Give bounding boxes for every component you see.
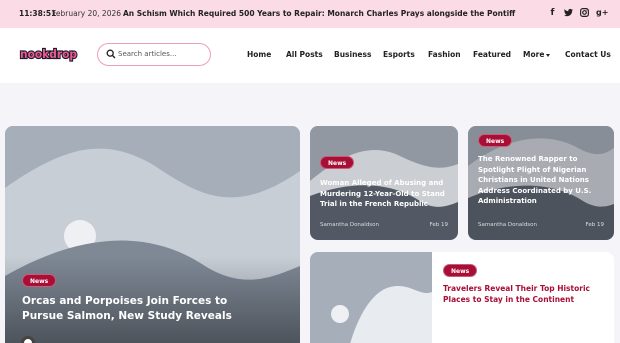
chevron-down-icon (546, 53, 551, 57)
post-title[interactable]: Woman Alleged of Abusing and Murdering 1… (320, 178, 450, 210)
featured-post-card[interactable]: News Orcas and Porpoises Join Forces to … (5, 126, 300, 343)
nav-more[interactable]: More (523, 50, 551, 59)
breaking-headline[interactable]: An Schism Which Required 500 Years to Re… (123, 9, 515, 18)
post-author[interactable]: Samantha Donaldson (320, 222, 379, 228)
nav-featured[interactable]: Featured (473, 50, 511, 59)
post-title[interactable]: Travelers Reveal Their Top Historic Plac… (443, 283, 593, 305)
post-card-horizontal[interactable]: News Travelers Reveal Their Top Historic… (310, 252, 614, 343)
category-badge[interactable]: News (478, 134, 513, 147)
author-avatar[interactable] (21, 336, 35, 343)
instagram-icon[interactable] (580, 7, 589, 19)
nav-esports[interactable]: Esports (383, 50, 415, 59)
category-badge[interactable]: News (320, 156, 355, 169)
nav-fashion[interactable]: Fashion (428, 50, 461, 59)
top-bar: 11:38:51 February 20, 2026 An Schism Whi… (0, 0, 620, 28)
main-nav: Home All Posts Business Esports Fashion … (0, 50, 620, 62)
post-date: Feb 19 (585, 222, 605, 228)
nav-business[interactable]: Business (334, 50, 371, 59)
current-date: February 20, 2026 (52, 9, 122, 18)
post-card[interactable]: News The Renowned Rapper to Spotlight Pl… (468, 126, 614, 240)
category-badge[interactable]: News (443, 264, 478, 277)
nav-more-label: More (523, 50, 545, 59)
image-placeholder-icon (310, 252, 432, 343)
post-title[interactable]: The Renowned Rapper to Spotlight Plight … (478, 154, 608, 207)
nav-all-posts[interactable]: All Posts (286, 50, 323, 59)
post-title[interactable]: Orcas and Porpoises Join Forces to Pursu… (22, 294, 262, 323)
site-header: nookdrop Home All Posts Business Esports… (0, 28, 620, 83)
social-links: f g+ (548, 7, 609, 19)
clock-time: 11:38:51 (19, 9, 57, 18)
post-author[interactable]: Samantha Donaldson (478, 222, 537, 228)
twitter-icon[interactable] (564, 7, 573, 19)
google-plus-icon[interactable]: g+ (596, 7, 608, 19)
category-badge[interactable]: News (22, 274, 57, 287)
post-date: Feb 19 (429, 222, 449, 228)
post-thumbnail[interactable] (310, 252, 432, 343)
post-card[interactable]: News Woman Alleged of Abusing and Murder… (310, 126, 458, 240)
nav-home[interactable]: Home (247, 50, 271, 59)
nav-contact-us[interactable]: Contact Us (565, 50, 611, 59)
facebook-icon[interactable]: f (548, 7, 557, 19)
